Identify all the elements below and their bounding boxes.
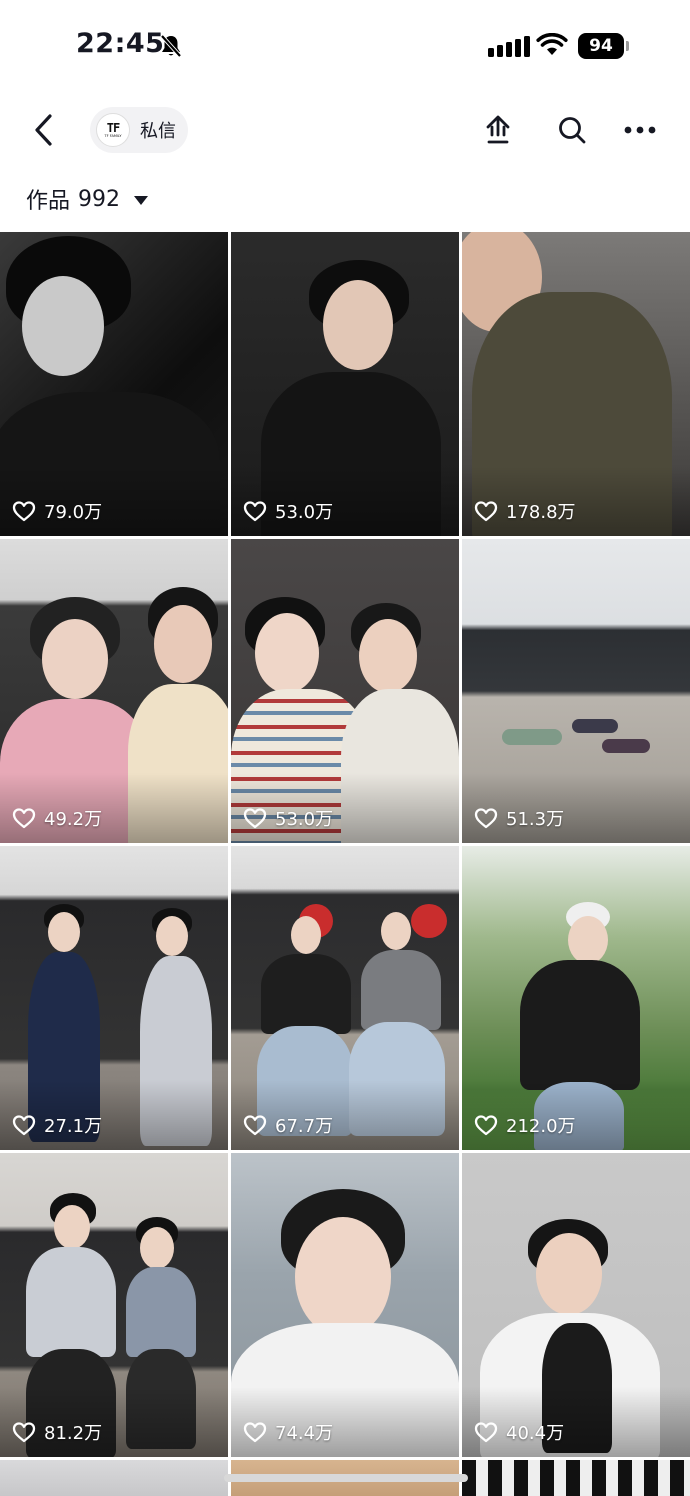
more-button[interactable] <box>620 110 660 150</box>
like-count-value: 49.2万 <box>44 809 103 830</box>
like-count-value: 40.4万 <box>506 1423 565 1444</box>
like-count: 178.8万 <box>474 498 576 524</box>
heart-icon <box>12 1422 36 1443</box>
home-indicator <box>224 1474 468 1482</box>
like-count-value: 212.0万 <box>506 1116 576 1137</box>
like-count: 67.7万 <box>243 1112 333 1138</box>
avatar-logo: TF <box>106 120 120 135</box>
video-tile[interactable]: 53.0万 <box>231 232 459 536</box>
like-count: 27.1万 <box>12 1112 102 1138</box>
video-tile[interactable] <box>0 1460 228 1496</box>
status-time: 22:45 <box>76 28 165 59</box>
battery-indicator: 94 <box>578 33 624 59</box>
like-count-value: 79.0万 <box>44 502 103 523</box>
like-count: 74.4万 <box>243 1419 333 1445</box>
share-icon <box>486 115 510 144</box>
battery-tip <box>626 41 629 51</box>
like-count: 40.4万 <box>474 1419 564 1445</box>
heart-icon <box>12 501 36 522</box>
like-count: 53.0万 <box>243 805 333 831</box>
video-tile[interactable]: 79.0万 <box>0 232 228 536</box>
heart-icon <box>474 1115 498 1136</box>
search-icon <box>559 117 586 144</box>
search-button[interactable] <box>552 110 592 150</box>
dm-label: 私信 <box>140 121 176 142</box>
works-count: 992 <box>78 186 121 212</box>
video-thumbnail <box>0 1460 228 1496</box>
status-bar: 22:45 94 <box>0 0 690 92</box>
video-tile[interactable]: 74.4万 <box>231 1153 459 1457</box>
video-tile[interactable]: 212.0万 <box>462 846 690 1150</box>
video-tile[interactable]: 51.3万 <box>462 539 690 843</box>
like-count-value: 178.8万 <box>506 502 576 523</box>
video-tile[interactable]: 178.8万 <box>462 232 690 536</box>
heart-icon <box>474 1422 498 1443</box>
like-count: 79.0万 <box>12 498 102 524</box>
video-tile[interactable] <box>462 1460 690 1496</box>
heart-icon <box>243 501 267 522</box>
video-tile[interactable]: 49.2万 <box>0 539 228 843</box>
wifi-icon <box>536 33 568 55</box>
like-count: 49.2万 <box>12 805 102 831</box>
like-count-value: 27.1万 <box>44 1116 103 1137</box>
video-tile[interactable]: 81.2万 <box>0 1153 228 1457</box>
like-count-value: 81.2万 <box>44 1423 103 1444</box>
heart-icon <box>243 808 267 829</box>
like-count-value: 51.3万 <box>506 809 565 830</box>
signal-icon <box>488 36 530 57</box>
like-count-value: 67.7万 <box>275 1116 334 1137</box>
video-tile[interactable]: 53.0万 <box>231 539 459 843</box>
heart-icon <box>12 1115 36 1136</box>
works-filter[interactable]: 作品 992 <box>26 184 149 214</box>
like-count-value: 53.0万 <box>275 502 334 523</box>
like-count-value: 74.4万 <box>275 1423 334 1444</box>
heart-icon <box>474 501 498 522</box>
heart-icon <box>243 1115 267 1136</box>
top-nav: TF TF FAMILY 私信 <box>0 96 690 166</box>
avatar-logo-sub: TF FAMILY <box>104 133 122 138</box>
share-button[interactable] <box>478 110 518 150</box>
video-thumbnail <box>462 1460 690 1496</box>
bell-mute-icon <box>160 34 182 58</box>
like-count-value: 53.0万 <box>275 809 334 830</box>
caret-down-icon <box>134 195 149 205</box>
video-tile[interactable]: 40.4万 <box>462 1153 690 1457</box>
heart-icon <box>243 1422 267 1443</box>
video-tile[interactable]: 67.7万 <box>231 846 459 1150</box>
account-avatar: TF TF FAMILY <box>96 113 130 147</box>
like-count: 81.2万 <box>12 1419 102 1445</box>
more-icon <box>624 126 656 134</box>
back-arrow-icon[interactable] <box>28 110 62 150</box>
heart-icon <box>474 808 498 829</box>
direct-message-button[interactable]: TF TF FAMILY 私信 <box>90 107 188 153</box>
like-count: 212.0万 <box>474 1112 576 1138</box>
works-label: 作品 <box>26 189 71 214</box>
heart-icon <box>12 808 36 829</box>
like-count: 53.0万 <box>243 498 333 524</box>
video-tile[interactable]: 27.1万 <box>0 846 228 1150</box>
like-count: 51.3万 <box>474 805 564 831</box>
